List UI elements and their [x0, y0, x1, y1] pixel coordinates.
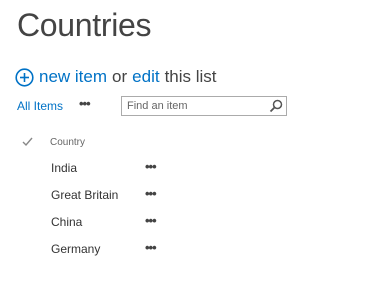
list-item: Germany ••• [51, 240, 171, 262]
list-item-title[interactable]: Great Britain [51, 188, 118, 202]
edit-link[interactable]: edit [132, 67, 159, 87]
checkmark-icon[interactable] [22, 136, 33, 147]
command-bar: new item or edit this list [15, 64, 222, 90]
more-views-button[interactable]: ••• [79, 96, 91, 111]
list-item-title[interactable]: India [51, 161, 77, 175]
this-list-text: this list [164, 67, 217, 86]
page-title: Countries [17, 7, 152, 43]
new-item-link[interactable]: new item [39, 67, 107, 87]
item-menu-button[interactable]: ••• [145, 186, 157, 201]
item-menu-button[interactable]: ••• [145, 240, 157, 255]
search-box [121, 96, 287, 116]
search-input[interactable] [122, 98, 267, 114]
plus-circle-icon[interactable] [15, 67, 34, 87]
or-text: or [112, 67, 128, 86]
list-item-title[interactable]: China [51, 215, 82, 229]
list-item: Great Britain ••• [51, 186, 171, 208]
view-all-items-link[interactable]: All Items [17, 99, 63, 113]
views-toolbar: All Items ••• [17, 96, 297, 118]
list-item-title[interactable]: Germany [51, 242, 100, 256]
search-icon[interactable] [269, 99, 283, 113]
column-header-country[interactable]: Country [50, 137, 85, 148]
list-header: Country [22, 134, 222, 152]
item-menu-button[interactable]: ••• [145, 159, 157, 174]
list-item: India ••• [51, 159, 171, 181]
item-menu-button[interactable]: ••• [145, 213, 157, 228]
list-item: China ••• [51, 213, 171, 235]
